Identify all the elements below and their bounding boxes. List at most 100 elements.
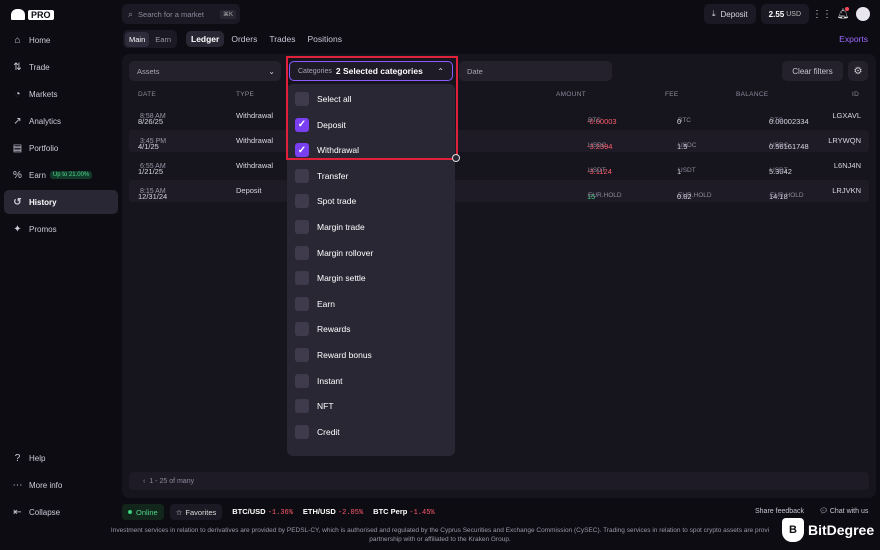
chat-label: Chat with us [829,508,869,515]
table-row[interactable]: 12/31/24 8:15 AM Deposit 15 EUR.HOLD 0.82 EUR.… [129,180,869,202]
table-row[interactable]: 4/1/25 3:45 PM Withdrawal -3.2394 USDC 1.5 USD… [129,130,869,152]
amount-unit: USDT [588,167,606,174]
assets-filter[interactable]: Assets ⌄ [129,61,281,81]
checkbox-icon[interactable] [295,245,309,260]
tab-ledger[interactable]: Ledger [186,31,225,47]
category-option-credit[interactable]: Credit [295,422,340,442]
share-feedback-link[interactable]: Share feedback [755,508,804,515]
toggle-earn[interactable]: Earn [151,32,175,47]
category-option-nft[interactable]: NFT [295,396,334,416]
sidebar-item-collapse[interactable]: ⇤ Collapse [4,500,118,524]
favorites-button[interactable]: ☆ Favorites [169,504,223,520]
avatar[interactable] [856,7,870,21]
sidebar-item-promos[interactable]: ✦ Promos [4,217,118,241]
checkbox-icon[interactable] [295,296,309,311]
topbar-actions: ⤓ Deposit 2.55 USD ⋮⋮ 🔔︎ [703,4,870,24]
fee-unit: USDT [678,167,696,174]
checkbox-icon[interactable] [295,399,309,414]
sidebar-item-trade[interactable]: ⇅ Trade [4,55,118,79]
checkbox-icon[interactable] [295,220,309,234]
toggle-main[interactable]: Main [125,31,150,47]
cell-id: LGXAVL [832,111,861,120]
table-row[interactable]: 1/21/25 6:55 AM Withdrawal -3.1124 USDT 1 USDT… [129,155,869,177]
cell-type: Withdrawal [236,111,274,120]
chat-with-us-link[interactable]: 💬︎ Chat with us [819,507,868,515]
markets-icon: ◔ [14,88,21,100]
sidebar-item-label: Promos [29,224,57,234]
cell-date: 1/21/25 6:55 AM [138,161,166,176]
sidebar-bottom-nav: ? Help ⋯ More info ⇤ Collapse [4,446,118,527]
balance-unit: BTC [770,117,783,124]
cell-id: L6NJ4N [833,161,861,170]
checkbox-icon[interactable] [295,168,309,183]
tab-trades[interactable]: Trades [264,31,300,47]
apps-grid-icon[interactable]: ⋮⋮ [812,6,832,22]
category-option-margin-trade[interactable]: Margin trade [295,217,365,237]
category-option-earn[interactable]: Earn [295,294,335,314]
settings-gear-icon[interactable]: ⚙ [848,61,868,81]
ticker-change: -2.05% [337,509,364,517]
ticker-eth[interactable]: ETH/USD -2.05% [303,507,363,517]
checkbox-icon[interactable] [295,348,309,362]
table-row[interactable]: 8/26/25 8:58 AM Withdrawal -0.00003 BTC 0 BTC 0… [129,105,869,127]
exports-link[interactable]: Exports [839,34,868,44]
sidebar-item-help[interactable]: ? Help [4,446,118,470]
sidebar-item-analytics[interactable]: ↗ Analytics [4,109,118,133]
legal-line-2: partnership with or affiliated to the Kr… [369,536,511,543]
checkbox-icon[interactable] [295,271,309,286]
sidebar-item-earn[interactable]: % Earn Up to 21.00% [4,163,118,187]
cell-date-day: 12/31/24 [138,192,168,201]
sidebar-item-portfolio[interactable]: ▤ Portfolio [4,136,118,160]
ticker-btc[interactable]: BTC/USD -1.36% [232,507,293,517]
deposit-label: Deposit [720,9,748,19]
sidebar-item-history[interactable]: ↺ History [4,190,118,214]
sidebar-item-label: Home [29,35,51,45]
ticker-btc-perp[interactable]: BTC Perp -1.45% [373,507,434,517]
cell-date: 4/1/25 3:45 PM [138,136,166,151]
checkbox-icon[interactable] [295,194,309,209]
cursor-ring-icon [452,154,460,162]
pager-prev-icon[interactable]: ‹ [143,478,145,485]
category-option-spot-trade[interactable]: Spot trade [295,191,356,211]
category-option-rewards[interactable]: Rewards [295,319,351,339]
col-date: DATE [138,91,157,98]
cell-type: Withdrawal [236,136,274,145]
sidebar-item-more-info[interactable]: ⋯ More info [4,473,118,497]
category-option-margin-rollover[interactable]: Margin rollover [295,243,373,263]
table-header: DATE TYPE AMOUNT FEE BALANCE ID [122,89,876,103]
pagination[interactable]: ‹ 1 - 25 of many [129,472,869,490]
category-option-transfer[interactable]: Transfer [295,166,348,186]
tab-orders[interactable]: Orders [226,31,262,47]
sidebar-item-home[interactable]: ⌂ Home [4,28,118,52]
sidebar-item-markets[interactable]: ◔ Markets [4,82,118,106]
category-option-reward-bonus[interactable]: Reward bonus [295,345,372,365]
category-option-margin-settle[interactable]: Margin settle [295,268,366,288]
balance-unit: USD [786,10,801,18]
col-type: TYPE [236,91,255,98]
balance-display[interactable]: 2.55 USD [760,4,809,24]
main-earn-toggle: Main Earn [123,30,178,48]
sidebar-item-label: Markets [29,89,58,99]
checkbox-icon[interactable] [295,373,309,388]
category-option-label: Reward bonus [317,350,372,360]
pager-text: 1 - 25 of many [149,477,195,485]
search-input[interactable]: ⌕ Search for a market ⌘K [122,4,240,24]
notifications-bell-icon[interactable]: 🔔︎ [835,6,851,22]
clear-filters-button[interactable]: Clear filters [782,61,843,81]
status-bar: Online ☆ Favorites BTC/USD -1.36% ETH/US… [122,503,876,521]
download-icon: ⤓ [711,9,716,18]
tab-positions[interactable]: Positions [302,31,347,47]
search-placeholder: Search for a market [138,9,204,19]
cell-id: LRJVKN [832,186,861,195]
checkbox-icon[interactable] [295,322,309,337]
category-option-instant[interactable]: Instant [295,371,343,391]
deposit-button[interactable]: ⤓ Deposit [703,4,756,24]
checkbox-icon[interactable] [295,424,309,439]
assets-filter-label: Assets [137,66,160,76]
analytics-icon: ↗ [13,115,22,127]
ticker-pair: ETH/USD [302,507,336,516]
chevron-down-icon: ⌄ [268,66,275,76]
app-root: PRO ⌂ Home ⇅ Trade ◔ Markets ↗ Analytics ▤ Portfo… [0,0,880,550]
date-filter[interactable]: Date [459,61,612,81]
kraken-pro-logo[interactable]: PRO [11,9,54,20]
